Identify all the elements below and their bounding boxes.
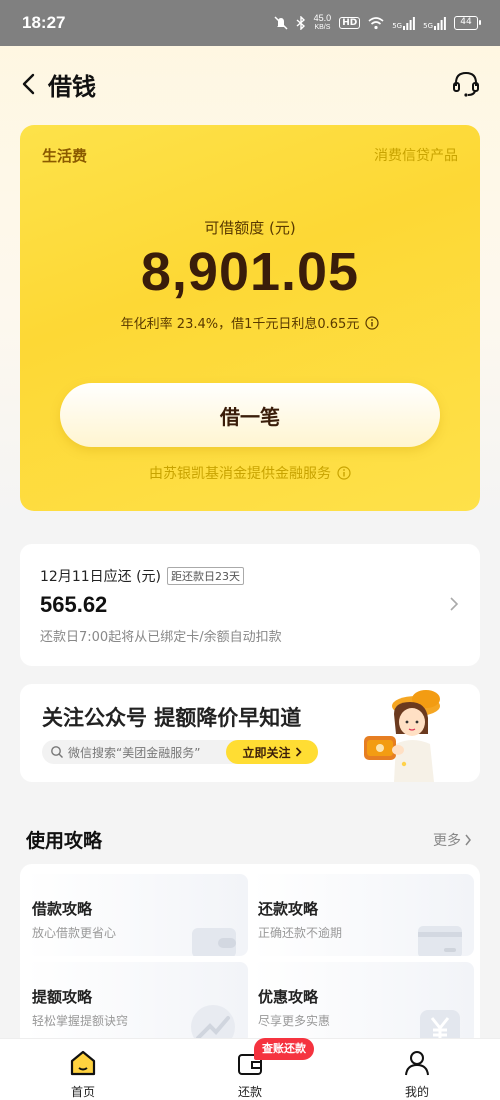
guide-title: 优惠攻略 (258, 988, 319, 1006)
guide-subtitle: 尽享更多实惠 (258, 1014, 331, 1028)
guides-more-label: 更多 (433, 833, 461, 849)
tab-label: 还款 (237, 1085, 262, 1099)
guide-subtitle: 轻松掌握提额诀窍 (32, 1014, 129, 1028)
tab-mine[interactable]: 我的 (362, 1039, 472, 1100)
product-type-label: 消费信贷产品 (374, 148, 458, 164)
mute-icon (274, 16, 288, 30)
repayment-due-line: 12月11日应还 (元) 距还款日23天 (40, 566, 245, 586)
bluetooth-icon (296, 16, 305, 30)
signal-2: 5G (423, 16, 446, 30)
guide-tile-limit[interactable]: 提额攻略 轻松掌握提额诀窍 (26, 962, 248, 1044)
hd-badge: HD (339, 17, 361, 29)
wifi-icon (368, 16, 384, 29)
chevron-right-icon (450, 597, 459, 611)
interest-rate-text: 年化利率 23.4%，借1千元日利息0.65元 (120, 317, 360, 332)
girl-illustration (364, 690, 440, 782)
provider-line: 由苏银凯基消金提供金融服务 (20, 463, 480, 483)
guides-more-link[interactable]: 更多 (433, 830, 472, 850)
customer-service-icon[interactable] (450, 68, 482, 100)
guide-title: 借款攻略 (32, 900, 93, 918)
info-icon[interactable] (337, 466, 351, 480)
tab-label: 我的 (404, 1085, 429, 1099)
battery-icon: 44 (454, 16, 481, 30)
bottom-tab-bar: 首页 还款 我的 (0, 1038, 500, 1100)
promo-title: 关注公众号 提额降价早知道 (42, 706, 302, 730)
nav-bar: 借钱 (0, 56, 500, 112)
borrow-button[interactable]: 借一笔 (60, 383, 440, 447)
guide-title: 提额攻略 (32, 988, 93, 1006)
signal-bars-icon (434, 16, 446, 30)
repayment-due-date: 12月11日应还 (元) (40, 569, 162, 585)
tab-label: 首页 (70, 1085, 95, 1099)
status-time: 18:27 (22, 13, 66, 32)
network-speed: 45.0 KB/S (314, 14, 332, 32)
interest-rate-line: 年化利率 23.4%，借1千元日利息0.65元 (20, 313, 480, 332)
guide-tile-repay[interactable]: 还款攻略 正确还款不逾期 (252, 874, 474, 956)
credit-limit-card: 生活费 消费信贷产品 可借额度 (元) 8,901.05 年化利率 23.4%，… (20, 125, 480, 511)
guide-subtitle: 放心借款更省心 (32, 926, 117, 940)
speed-unit: KB/S (314, 24, 331, 31)
chevron-right-icon (295, 747, 302, 757)
card-icon (418, 926, 462, 956)
info-icon[interactable] (365, 315, 379, 330)
guides-grid: 借款攻略 放心借款更省心 还款攻略 正确还款不逾期 提额攻略 轻松掌握提额诀窍 … (20, 864, 480, 1044)
guide-tile-discount[interactable]: 优惠攻略 尽享更多实惠 (252, 962, 474, 1044)
follow-account-banner[interactable]: 关注公众号 提额降价早知道 微信搜索“美团金融服务” 立即关注 (20, 684, 480, 782)
loan-type-tag: 生活费 (42, 147, 88, 165)
guides-section-title: 使用攻略 (26, 830, 103, 852)
user-icon (405, 1051, 429, 1076)
follow-button[interactable]: 立即关注 (226, 740, 318, 764)
status-bar: 18:27 45.0 KB/S HD 5G 5G 44 (0, 0, 500, 46)
tab-home[interactable]: 首页 (28, 1039, 138, 1100)
signal-bars-icon (403, 16, 416, 30)
guide-tile-borrow[interactable]: 借款攻略 放心借款更省心 (26, 874, 248, 956)
wallet-icon (192, 928, 236, 956)
guide-title: 还款攻略 (258, 900, 319, 918)
repayment-amount: 565.62 (40, 592, 108, 617)
bill-repay-badge[interactable]: 查账还款 (254, 1038, 314, 1060)
credit-limit-label: 可借额度 (元) (204, 219, 296, 237)
promo-search-text: 微信搜索“美团金融服务” (68, 745, 201, 760)
guide-subtitle: 正确还款不逾期 (258, 926, 343, 940)
back-arrow-icon[interactable] (18, 72, 42, 96)
repayment-card[interactable]: 12月11日应还 (元) 距还款日23天 565.62 还款日7:00起将从已绑… (20, 544, 480, 666)
signal-label-1: 5G (392, 21, 403, 30)
promo-search-hint: 微信搜索“美团金融服务” 立即关注 (42, 740, 318, 764)
home-icon (70, 1050, 96, 1076)
auto-debit-note: 还款日7:00起将从已绑定卡/余额自动扣款 (40, 630, 282, 645)
follow-button-label: 立即关注 (242, 745, 291, 760)
provider-text: 由苏银凯基消金提供金融服务 (149, 466, 331, 482)
search-icon (51, 746, 63, 758)
page-title: 借钱 (48, 72, 96, 101)
speed-value: 45.0 (313, 13, 332, 23)
days-left-badge: 距还款日23天 (167, 567, 245, 585)
chevron-right-icon (465, 834, 471, 846)
signal-1: 5G (392, 16, 416, 30)
status-icons: 45.0 KB/S HD 5G 5G 44 (274, 14, 481, 32)
signal-label-2: 5G (423, 21, 433, 30)
credit-limit-amount: 8,901.05 (140, 242, 360, 302)
